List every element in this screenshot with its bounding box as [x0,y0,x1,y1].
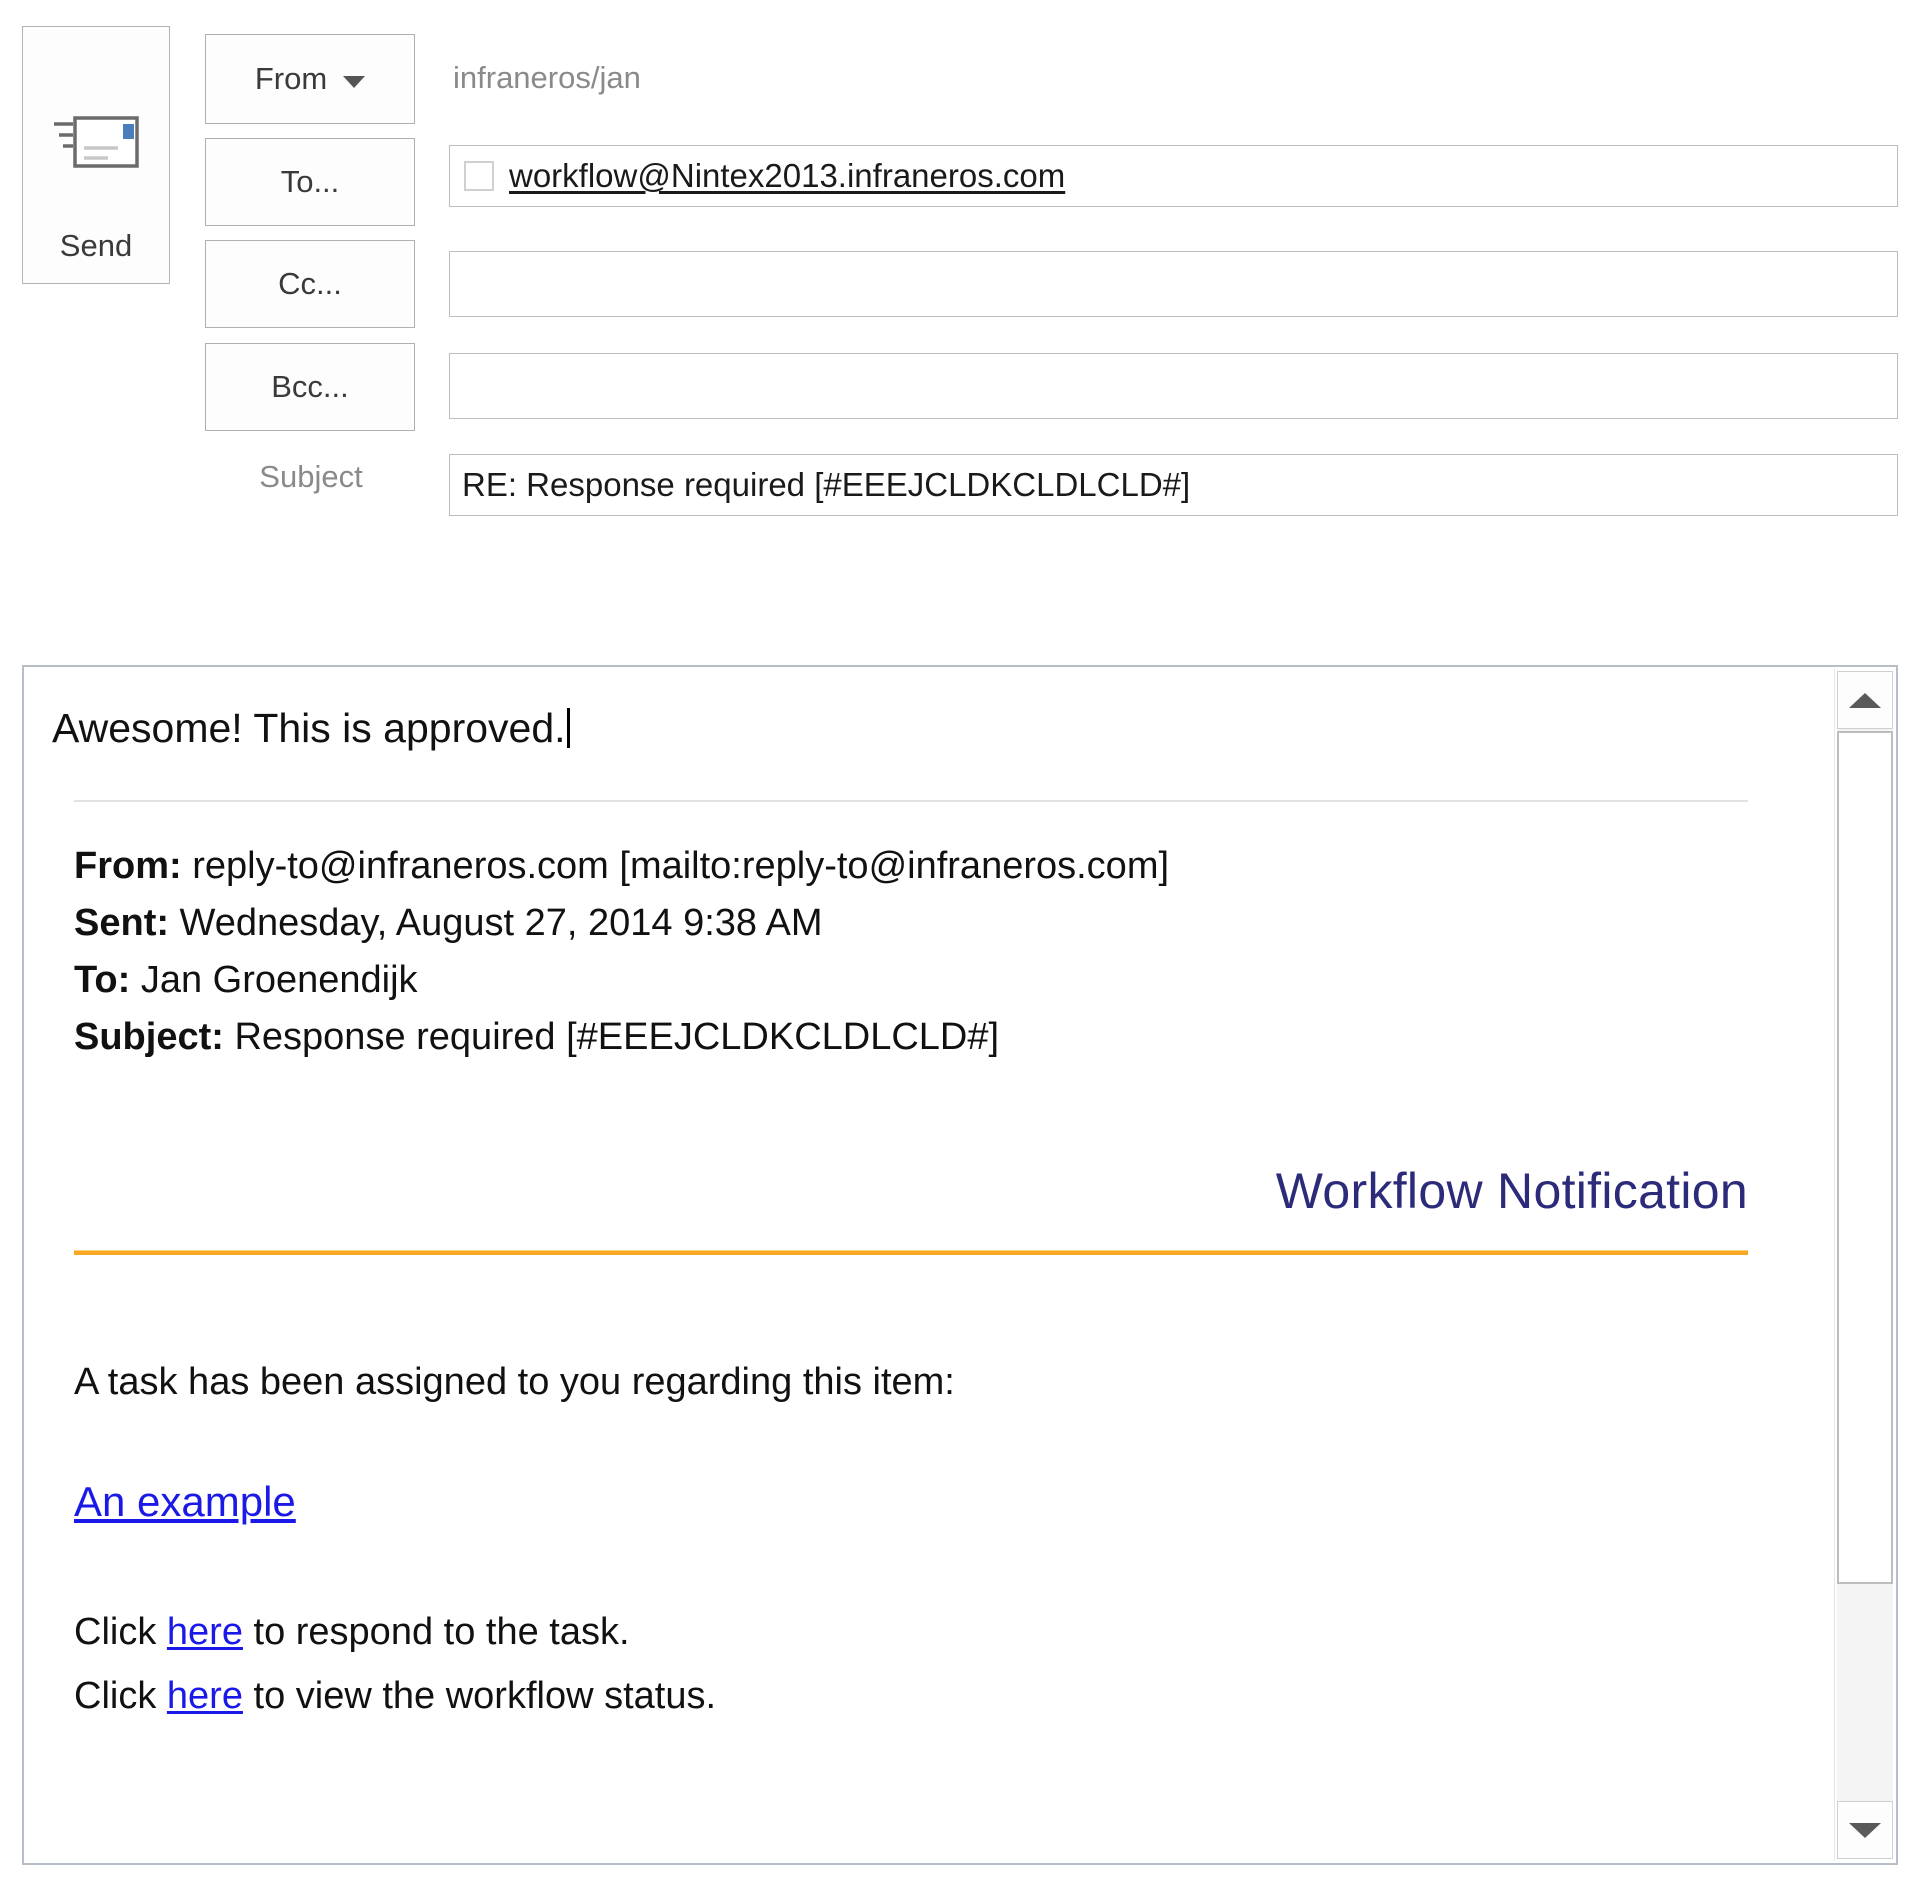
quoted-header: From: reply-to@infraneros.com [mailto:re… [52,838,1794,1066]
chevron-up-icon [1849,692,1881,708]
cc-button[interactable]: Cc... [205,240,415,328]
status-here-link[interactable]: here [167,1675,243,1717]
quoted-sent-key: Sent: [74,902,169,944]
respond-line: Click here to respond to the task. [74,1600,1794,1664]
envelope-send-icon [46,104,146,194]
chevron-down-icon [1849,1822,1881,1838]
recipient-checkbox-icon[interactable] [464,161,494,191]
bcc-button-label: Bcc... [271,369,349,404]
from-value: infraneros/jan [453,60,641,95]
quoted-to-key: To: [74,959,131,1001]
status-prefix: Click [74,1675,167,1717]
quoted-from-row: From: reply-to@infraneros.com [mailto:re… [74,838,1794,895]
to-recipient-value: workflow@Nintex2013.infraneros.com [509,157,1066,194]
scroll-up-button[interactable] [1837,671,1893,729]
status-suffix: to view the workflow status. [242,1675,717,1717]
chevron-down-icon [343,76,366,88]
quote-divider [74,800,1748,802]
orange-divider [74,1250,1748,1255]
respond-here-link[interactable]: here [167,1611,243,1653]
workflow-notification-title: Workflow Notification [1275,1163,1748,1219]
reply-text: Awesome! This is approved. [52,705,566,751]
cc-button-label: Cc... [278,266,342,301]
bcc-input[interactable] [449,353,1898,419]
quoted-to-value: Jan Groenendijk [130,959,418,1001]
subject-input[interactable]: RE: Response required [#EEEJCLDKCLDLCLD#… [449,454,1898,516]
to-button-label: To... [280,164,340,199]
quoted-from-key: From: [74,845,182,887]
quoted-sent-value: Wednesday, August 27, 2014 9:38 AM [169,902,823,944]
message-body-content[interactable]: Awesome! This is approved. From: reply-t… [24,667,1834,1863]
body-scrollbar[interactable] [1834,669,1894,1861]
text-cursor [566,708,570,748]
reply-text-line: Awesome! This is approved. [52,705,1794,752]
quoted-from-value: reply-to@infraneros.com [mailto:reply-to… [181,845,1170,887]
quoted-to-row: To: Jan Groenendijk [74,952,1794,1009]
from-button[interactable]: From [205,34,415,124]
compose-header: Send From infraneros/jan To... workflow@… [0,0,1920,660]
send-button[interactable]: Send [22,26,170,284]
click-links-block: Click here to respond to the task. Click… [52,1600,1794,1728]
quoted-subject-value: Response required [#EEEJCLDKCLDLCLD#] [223,1016,1000,1058]
send-button-label: Send [59,228,133,263]
status-line: Click here to view the workflow status. [74,1664,1794,1728]
respond-suffix: to respond to the task. [242,1611,630,1653]
quoted-sent-row: Sent: Wednesday, August 27, 2014 9:38 AM [74,895,1794,952]
bcc-button[interactable]: Bcc... [205,343,415,431]
item-link-row: An example [52,1478,1794,1526]
subject-value: RE: Response required [#EEEJCLDKCLDLCLD#… [462,466,1191,503]
subject-label: Subject [259,459,363,494]
scrollbar-thumb[interactable] [1837,731,1893,1584]
scroll-down-button[interactable] [1837,1801,1893,1859]
to-button[interactable]: To... [205,138,415,226]
quoted-subject-row: Subject: Response required [#EEEJCLDKCLD… [74,1009,1794,1066]
cc-input[interactable] [449,251,1898,317]
item-link[interactable]: An example [74,1478,296,1525]
message-body-pane[interactable]: Awesome! This is approved. From: reply-t… [22,665,1898,1865]
to-input[interactable]: workflow@Nintex2013.infraneros.com [449,145,1898,207]
task-assigned-text: A task has been assigned to you regardin… [74,1361,955,1403]
quoted-subject-key: Subject: [74,1016,224,1058]
respond-prefix: Click [74,1611,167,1653]
from-button-label: From [254,61,328,96]
